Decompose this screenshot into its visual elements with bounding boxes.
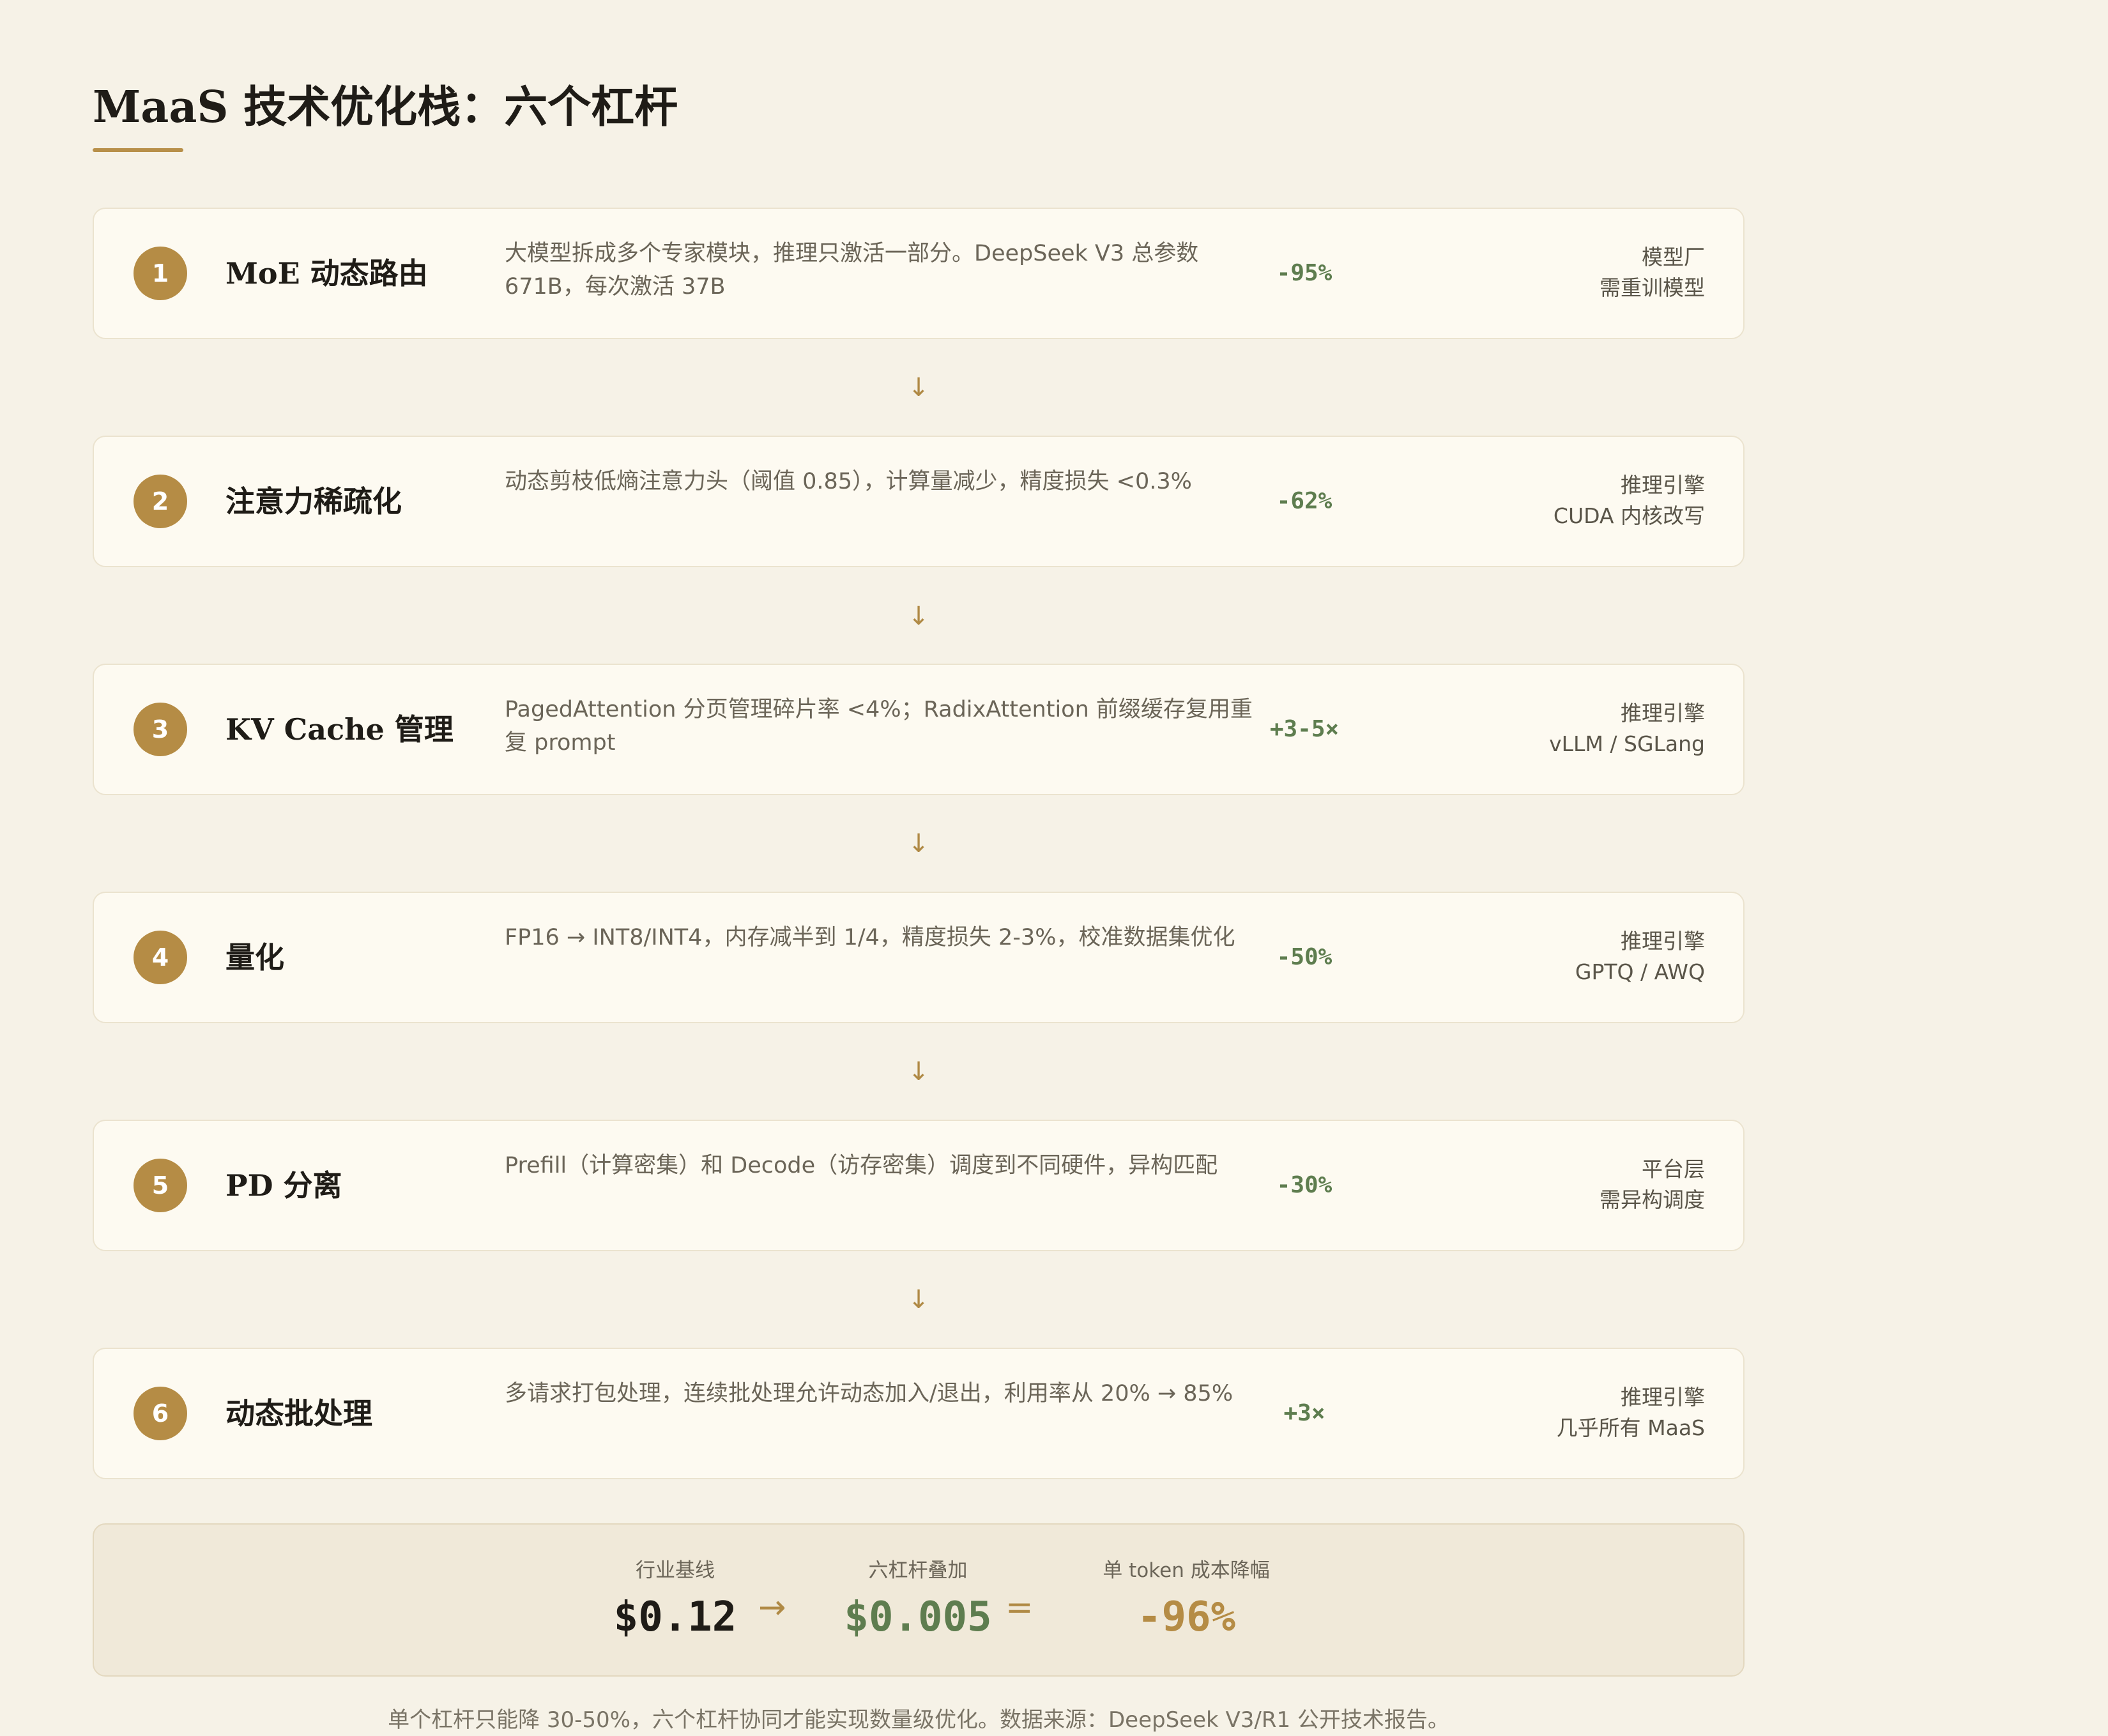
lever-metric: +3-5× bbox=[1269, 716, 1340, 742]
lever-card-moe: 1 MoE 动态路由 大模型拆成多个专家模块，推理只激活一部分。DeepSeek… bbox=[93, 208, 1745, 339]
owner-note: 需重训模型 bbox=[1600, 275, 1705, 300]
step-number-badge: 3 bbox=[134, 703, 187, 756]
step-number-badge: 4 bbox=[134, 931, 187, 984]
lever-name: 量化 bbox=[225, 940, 284, 975]
lever-metric: +3× bbox=[1283, 1400, 1325, 1426]
lever-description: 大模型拆成多个专家模块，推理只激活一部分。DeepSeek V3 总参数 671… bbox=[505, 241, 1199, 300]
right-arrow-icon: → bbox=[758, 1588, 786, 1627]
down-arrow-icon: ↓ bbox=[908, 1057, 929, 1086]
lever-name: 动态批处理 bbox=[225, 1396, 372, 1431]
step-number-badge: 6 bbox=[134, 1387, 187, 1440]
lever-description: PagedAttention 分页管理碎片率 <4%；RadixAttentio… bbox=[505, 697, 1253, 756]
down-arrow-icon: ↓ bbox=[908, 602, 929, 631]
lever-name: 注意力稀疏化 bbox=[225, 484, 402, 519]
page-title: MaaS 技术优化栈：六个杠杆 bbox=[93, 82, 678, 133]
lever-metric: -50% bbox=[1276, 944, 1333, 970]
cost-summary-panel: 行业基线 $0.12 → 六杠杆叠加 $0.005 = 单 token 成本降幅… bbox=[93, 1523, 1745, 1677]
lever-description: 动态剪枝低熵注意力头（阈值 0.85），计算量减少，精度损失 <0.3% bbox=[505, 469, 1192, 494]
lever-name: PD 分离 bbox=[225, 1168, 342, 1203]
lever-metric: -62% bbox=[1276, 488, 1333, 514]
down-arrow-icon: ↓ bbox=[908, 373, 929, 402]
equals-sign: = bbox=[1005, 1588, 1034, 1627]
owner-note: 几乎所有 MaaS bbox=[1556, 1415, 1705, 1440]
lever-owner: 推理引擎 几乎所有 MaaS bbox=[1557, 1382, 1705, 1443]
owner-layer: 推理引擎 bbox=[1621, 1385, 1705, 1410]
owner-note: vLLM / SGLang bbox=[1549, 731, 1705, 756]
stacked-label: 六杠杆叠加 bbox=[868, 1559, 968, 1582]
lever-owner: 平台层 需异构调度 bbox=[1600, 1154, 1705, 1215]
lever-description: 多请求打包处理，连续批处理允许动态加入/退出，利用率从 20% → 85% bbox=[505, 1381, 1233, 1406]
owner-layer: 推理引擎 bbox=[1621, 701, 1705, 726]
lever-card-pd-separation: 5 PD 分离 Prefill（计算密集）和 Decode（访存密集）调度到不同… bbox=[93, 1120, 1745, 1251]
lever-metric: -95% bbox=[1276, 260, 1333, 286]
lever-card-dynamic-batching: 6 动态批处理 多请求打包处理，连续批处理允许动态加入/退出，利用率从 20% … bbox=[93, 1348, 1745, 1479]
reduction-value: -96% bbox=[1136, 1594, 1236, 1641]
baseline-value: $0.12 bbox=[613, 1594, 737, 1641]
owner-note: 需异构调度 bbox=[1600, 1187, 1705, 1212]
lever-owner: 推理引擎 GPTQ / AWQ bbox=[1575, 926, 1705, 987]
lever-description: Prefill（计算密集）和 Decode（访存密集）调度到不同硬件，异构匹配 bbox=[505, 1153, 1218, 1178]
stacked-value: $0.005 bbox=[844, 1594, 992, 1641]
owner-layer: 模型厂 bbox=[1642, 245, 1705, 270]
title-underline bbox=[93, 148, 183, 152]
owner-layer: 推理引擎 bbox=[1621, 473, 1705, 498]
step-number-badge: 5 bbox=[134, 1159, 187, 1212]
owner-layer: 平台层 bbox=[1642, 1157, 1705, 1182]
reduction-label: 单 token 成本降幅 bbox=[1103, 1559, 1270, 1582]
owner-note: CUDA 内核改写 bbox=[1553, 503, 1705, 528]
down-arrow-icon: ↓ bbox=[908, 1285, 929, 1314]
lever-metric: -30% bbox=[1276, 1172, 1333, 1198]
lever-name: MoE 动态路由 bbox=[225, 256, 428, 291]
owner-layer: 推理引擎 bbox=[1621, 929, 1705, 954]
step-number-badge: 2 bbox=[134, 475, 187, 528]
lever-owner: 模型厂 需重训模型 bbox=[1600, 242, 1705, 303]
lever-description: FP16 → INT8/INT4，内存减半到 1/4，精度损失 2-3%，校准数… bbox=[505, 925, 1235, 950]
lever-owner: 推理引擎 vLLM / SGLang bbox=[1549, 698, 1705, 759]
baseline-label: 行业基线 bbox=[636, 1559, 715, 1582]
lever-card-kv-cache: 3 KV Cache 管理 PagedAttention 分页管理碎片率 <4%… bbox=[93, 664, 1745, 795]
lever-card-attention-sparsity: 2 注意力稀疏化 动态剪枝低熵注意力头（阈值 0.85），计算量减少，精度损失 … bbox=[93, 436, 1745, 567]
lever-owner: 推理引擎 CUDA 内核改写 bbox=[1554, 470, 1705, 531]
footnote: 单个杠杆只能降 30-50%，六个杠杆协同才能实现数量级优化。数据来源：Deep… bbox=[388, 1707, 1449, 1733]
lever-name: KV Cache 管理 bbox=[225, 712, 454, 747]
lever-card-quantization: 4 量化 FP16 → INT8/INT4，内存减半到 1/4，精度损失 2-3… bbox=[93, 892, 1745, 1023]
down-arrow-icon: ↓ bbox=[908, 829, 929, 858]
owner-note: GPTQ / AWQ bbox=[1575, 959, 1705, 984]
step-number-badge: 1 bbox=[134, 247, 187, 300]
